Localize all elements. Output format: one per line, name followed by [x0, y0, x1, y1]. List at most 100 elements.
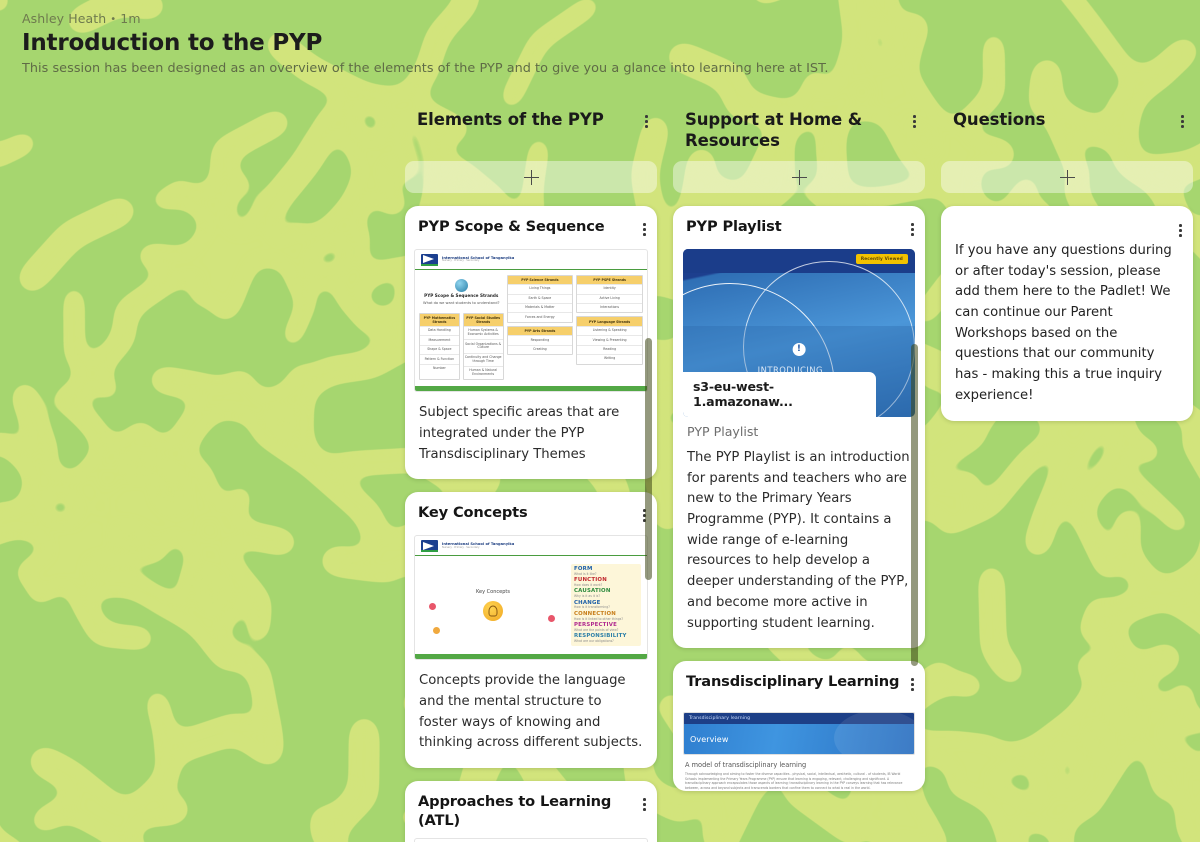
concept-item: CONNECTION How is it linked to other thi…: [574, 611, 638, 621]
card-header: PYP Playlist: [673, 206, 925, 249]
caption-heading: A model of transdisciplinary learning: [685, 761, 807, 770]
strand-item: Forces and Energy: [507, 312, 573, 321]
card-menu-icon[interactable]: [636, 792, 653, 817]
card-menu-icon[interactable]: [904, 217, 921, 242]
link-preview-image: Recently Viewed INTRODUCING THE PYP PLAY…: [683, 248, 915, 417]
ist-logo-row: International School of Tanganyika Nurse…: [415, 536, 647, 557]
column-title: Support at Home & Resources: [685, 110, 863, 151]
column-header: Questions: [941, 103, 1193, 159]
strand-item: Earth & Space: [507, 293, 573, 303]
card-title: Transdisciplinary Learning: [686, 673, 900, 691]
strand-item: Continuity and Change through Time: [463, 352, 503, 366]
caption-body: Through acknowledging and aiming to fost…: [685, 772, 903, 790]
strand-header: PYP Social Studies Strands: [463, 313, 503, 326]
diagram-label: Key Concepts: [476, 589, 510, 596]
card-pyp-scope-sequence[interactable]: PYP Scope & Sequence International Schoo…: [405, 206, 657, 480]
card-title: PYP Playlist: [686, 218, 782, 235]
preview-url[interactable]: s3-eu-west-1.amazonaw...: [683, 371, 876, 417]
card-title: PYP Scope & Sequence: [418, 218, 605, 235]
board-byline: Ashley Heath • 1m: [22, 11, 1200, 26]
diagram-question: What do we want students to understand?: [423, 300, 500, 305]
globe-icon: [454, 278, 468, 292]
node-dot: [433, 627, 440, 635]
concept-item: PERSPECTIVE What are the points of view?: [574, 622, 638, 632]
column-title: Elements of the PYP: [417, 110, 604, 129]
plus-icon: [523, 169, 539, 185]
node-dot: [429, 603, 436, 611]
strand-item: Living Things: [507, 284, 573, 293]
card-pyp-playlist[interactable]: PYP Playlist Recently Viewed INTRODUCING…: [673, 206, 925, 649]
strand-item: Social Organizations & Culture: [463, 339, 503, 352]
add-post-button-support[interactable]: [673, 161, 925, 193]
concept-item: CAUSATION Why is it as it is?: [574, 589, 638, 599]
card-header: [941, 206, 1193, 243]
ist-logo-row: International School of Tanganyika Nurse…: [415, 839, 647, 842]
concepts-list: FORM What is it like? FUNCTION How does …: [571, 564, 641, 647]
card-key-concepts[interactable]: Key Concepts International School of Tan…: [405, 492, 657, 769]
column-header: Support at Home & Resources: [673, 103, 925, 159]
concept-question: How does it work?: [574, 583, 603, 588]
diagram-center: PYP Scope & Sequence Strands What do we …: [419, 275, 504, 310]
card-transdisciplinary-learning[interactable]: Transdisciplinary Learning Transdiscipli…: [673, 661, 925, 791]
strand-item: Human & Natural Environments: [463, 365, 503, 379]
concept-question: What is it like?: [574, 571, 597, 576]
column-menu-icon[interactable]: [906, 109, 923, 134]
strand-group: PYP PSPE Strands Identity Active Living …: [576, 274, 643, 314]
concept-item: RESPONSIBILITY What are our obligations?: [574, 633, 638, 643]
add-post-button-questions[interactable]: [941, 161, 1193, 193]
key-concepts-thumbnail[interactable]: International School of Tanganyika Nurse…: [414, 535, 648, 661]
card-menu-icon[interactable]: [1172, 218, 1189, 243]
slide-preview: Transdisciplinary learning Overview: [683, 712, 915, 756]
card-approaches-to-learning[interactable]: Approaches to Learning (ATL) Internation…: [405, 781, 657, 842]
board-columns: Elements of the PYP PYP Scope & Sequence…: [0, 103, 1200, 842]
column-title: Questions: [953, 110, 1046, 129]
node-dot: [548, 615, 555, 623]
slide-hero: Overview: [684, 713, 914, 755]
strand-item: Shape & Space: [420, 344, 459, 354]
strand-item: Creating: [507, 344, 573, 354]
strand-item: Pattern & Function: [420, 354, 459, 363]
card-questions-note[interactable]: If you have any questions during or afte…: [941, 206, 1193, 421]
thumbnail-accent-bar: [415, 386, 647, 392]
column-body: PYP Playlist Recently Viewed INTRODUCING…: [673, 206, 925, 791]
strand-item: Listening & Speaking: [577, 325, 642, 335]
concept-question: How is it linked to other things?: [574, 616, 623, 621]
board-header: Ashley Heath • 1m Introduction to the PYP …: [0, 0, 1200, 76]
concept-item: FUNCTION How does it work?: [574, 577, 638, 588]
diagram-heading: PYP Scope & Sequence Strands: [424, 292, 499, 298]
strand-group: PYP Social Studies Strands Human Systems…: [462, 312, 504, 381]
column-scrollbar-elements[interactable]: [645, 338, 652, 580]
transdisciplinary-thumbnail[interactable]: Transdisciplinary learning Overview A mo…: [673, 704, 925, 791]
card-body-text: The PYP Playlist is an introduction for …: [687, 449, 910, 631]
strand-item: Responding: [507, 335, 573, 344]
scope-sequence-thumbnail[interactable]: International School of Tanganyika Nurse…: [414, 248, 648, 393]
column-menu-icon[interactable]: [1174, 109, 1191, 134]
byline-separator: •: [110, 14, 117, 25]
card-menu-icon[interactable]: [636, 217, 653, 242]
strand-header: PYP Arts Strands: [507, 326, 573, 336]
column-menu-icon[interactable]: [638, 109, 655, 134]
ist-logo-row: International School of Tanganyika Nurse…: [415, 250, 647, 270]
strand-group: PYP Language Strands Listening & Speakin…: [576, 316, 643, 365]
link-preview[interactable]: Recently Viewed INTRODUCING THE PYP PLAY…: [683, 248, 915, 417]
card-menu-icon[interactable]: [904, 672, 921, 697]
card-header: Key Concepts: [405, 492, 657, 535]
column-support-at-home-resources: Support at Home & Resources PYP Playlist…: [673, 103, 925, 842]
strand-item: Materials & Matter: [507, 303, 573, 312]
card-body-text: Concepts provide the language and the me…: [419, 673, 643, 751]
info-icon: [792, 342, 806, 356]
slide-caption: A model of transdisciplinary learning Th…: [683, 755, 915, 791]
org-subtitle: Nursery · Primary · Secondary: [442, 545, 480, 549]
atl-thumbnail[interactable]: International School of Tanganyika Nurse…: [414, 837, 648, 842]
strand-item: Reading: [577, 344, 642, 354]
card-body-text: Subject specific areas that are integrat…: [419, 405, 620, 462]
strand-header: PYP Mathematics Strands: [420, 313, 459, 326]
concept-item: FORM What is it like?: [574, 566, 638, 576]
link-preview-subtitle: PYP Playlist: [687, 423, 759, 439]
concept-question: How is it transforming?: [574, 605, 610, 610]
add-post-button-elements[interactable]: [405, 161, 657, 193]
preview-badge: Recently Viewed: [855, 253, 908, 264]
column-scrollbar-support[interactable]: [911, 344, 918, 666]
strand-group: PYP Mathematics Strands Data Handling Me…: [419, 312, 460, 381]
ist-flag-icon: [421, 253, 438, 266]
